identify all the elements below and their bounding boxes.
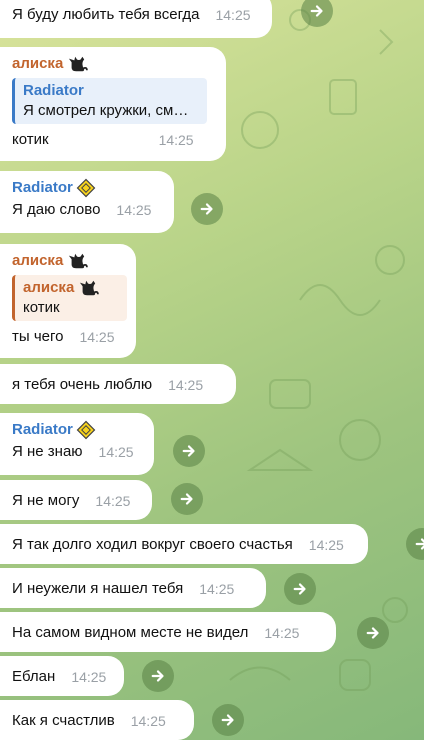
message-text: Как я счастлив (12, 712, 115, 729)
message-author: Radiator (12, 420, 142, 440)
quote-author: Radiator (23, 82, 84, 99)
black-cat-emoji-icon (69, 56, 89, 72)
message-bubble[interactable]: Еблан 14:25 (0, 656, 124, 696)
message-time: 14:25 (168, 377, 204, 393)
forward-arrow-icon (182, 445, 195, 457)
quote-text: котик (23, 299, 60, 316)
message-bubble[interactable]: Я не могу 14:25 (0, 480, 152, 520)
message-time: 14:25 (264, 625, 300, 641)
message-author: Radiator (12, 178, 162, 198)
message-time: 14:25 (130, 713, 166, 729)
forward-arrow-icon (366, 627, 379, 639)
message-bubble[interactable]: На самом видном месте не видел 14:25 (0, 612, 336, 652)
message-text: И неужели я нашел тебя (12, 580, 184, 597)
message-text: Я не знаю (12, 443, 83, 460)
quote-text: Я смотрел кружки, см… (23, 102, 189, 119)
forward-button[interactable] (142, 660, 174, 692)
message-text: ты чего (12, 328, 64, 345)
message-text: Я буду любить тебя всегда (12, 6, 200, 23)
forward-button[interactable] (406, 528, 424, 560)
message-time: 14:25 (95, 493, 131, 509)
reply-quote[interactable]: алиска котик (12, 275, 127, 321)
message-bubble[interactable]: Radiator Я даю слово 14:25 (0, 171, 174, 233)
message-text: я тебя очень люблю (12, 376, 153, 393)
forward-arrow-icon (221, 714, 234, 726)
message-text: На самом видном месте не видел (12, 624, 249, 641)
black-cat-emoji-icon (69, 253, 89, 269)
message-time: 14:25 (71, 669, 107, 685)
forward-arrow-icon (293, 583, 306, 595)
forward-arrow-icon (151, 670, 164, 682)
message-time: 14:25 (199, 581, 235, 597)
forward-arrow-icon (200, 203, 213, 215)
reply-quote[interactable]: Radiator Я смотрел кружки, см… (12, 78, 207, 124)
forward-button[interactable] (284, 573, 316, 605)
forward-button[interactable] (173, 435, 205, 467)
message-time: 14:25 (79, 329, 115, 345)
message-time: 14:25 (98, 444, 134, 460)
forward-arrow-icon (415, 538, 424, 550)
forward-button[interactable] (301, 0, 333, 27)
forward-button[interactable] (357, 617, 389, 649)
message-author: алиска (12, 54, 214, 74)
message-time: 14:25 (215, 7, 251, 23)
quote-author: алиска (23, 278, 119, 298)
message-text: Я даю слово (12, 201, 101, 218)
message-bubble[interactable]: Я буду любить тебя всегда 14:25 (0, 0, 272, 38)
forward-button[interactable] (191, 193, 223, 225)
forward-arrow-icon (310, 5, 323, 17)
message-bubble[interactable]: Как я счастлив 14:25 (0, 700, 194, 740)
yellow-diamond-sign-icon (76, 178, 96, 198)
yellow-diamond-sign-icon (76, 420, 96, 440)
forward-arrow-icon (180, 493, 193, 505)
message-text: Я так долго ходил вокруг своего счастья (12, 536, 293, 553)
message-bubble[interactable]: И неужели я нашел тебя 14:25 (0, 568, 266, 608)
message-text: котик (12, 131, 49, 148)
message-bubble[interactable]: алиска алиска котик ты чего 14:25 (0, 244, 136, 358)
message-bubble[interactable]: я тебя очень люблю 14:25 (0, 364, 236, 404)
message-text: Я не могу (12, 492, 80, 509)
message-bubble[interactable]: алиска Radiator Я смотрел кружки, см… ко… (0, 47, 226, 161)
forward-button[interactable] (171, 483, 203, 515)
message-text: Еблан (12, 668, 56, 685)
message-bubble[interactable]: Radiator Я не знаю 14:25 (0, 413, 154, 475)
black-cat-emoji-icon (80, 280, 100, 296)
forward-button[interactable] (212, 704, 244, 736)
message-time: 14:25 (308, 537, 344, 553)
message-time: 14:25 (116, 202, 152, 218)
message-author: алиска (12, 251, 124, 271)
message-bubble[interactable]: Я так долго ходил вокруг своего счастья … (0, 524, 368, 564)
message-time: 14:25 (158, 132, 194, 148)
